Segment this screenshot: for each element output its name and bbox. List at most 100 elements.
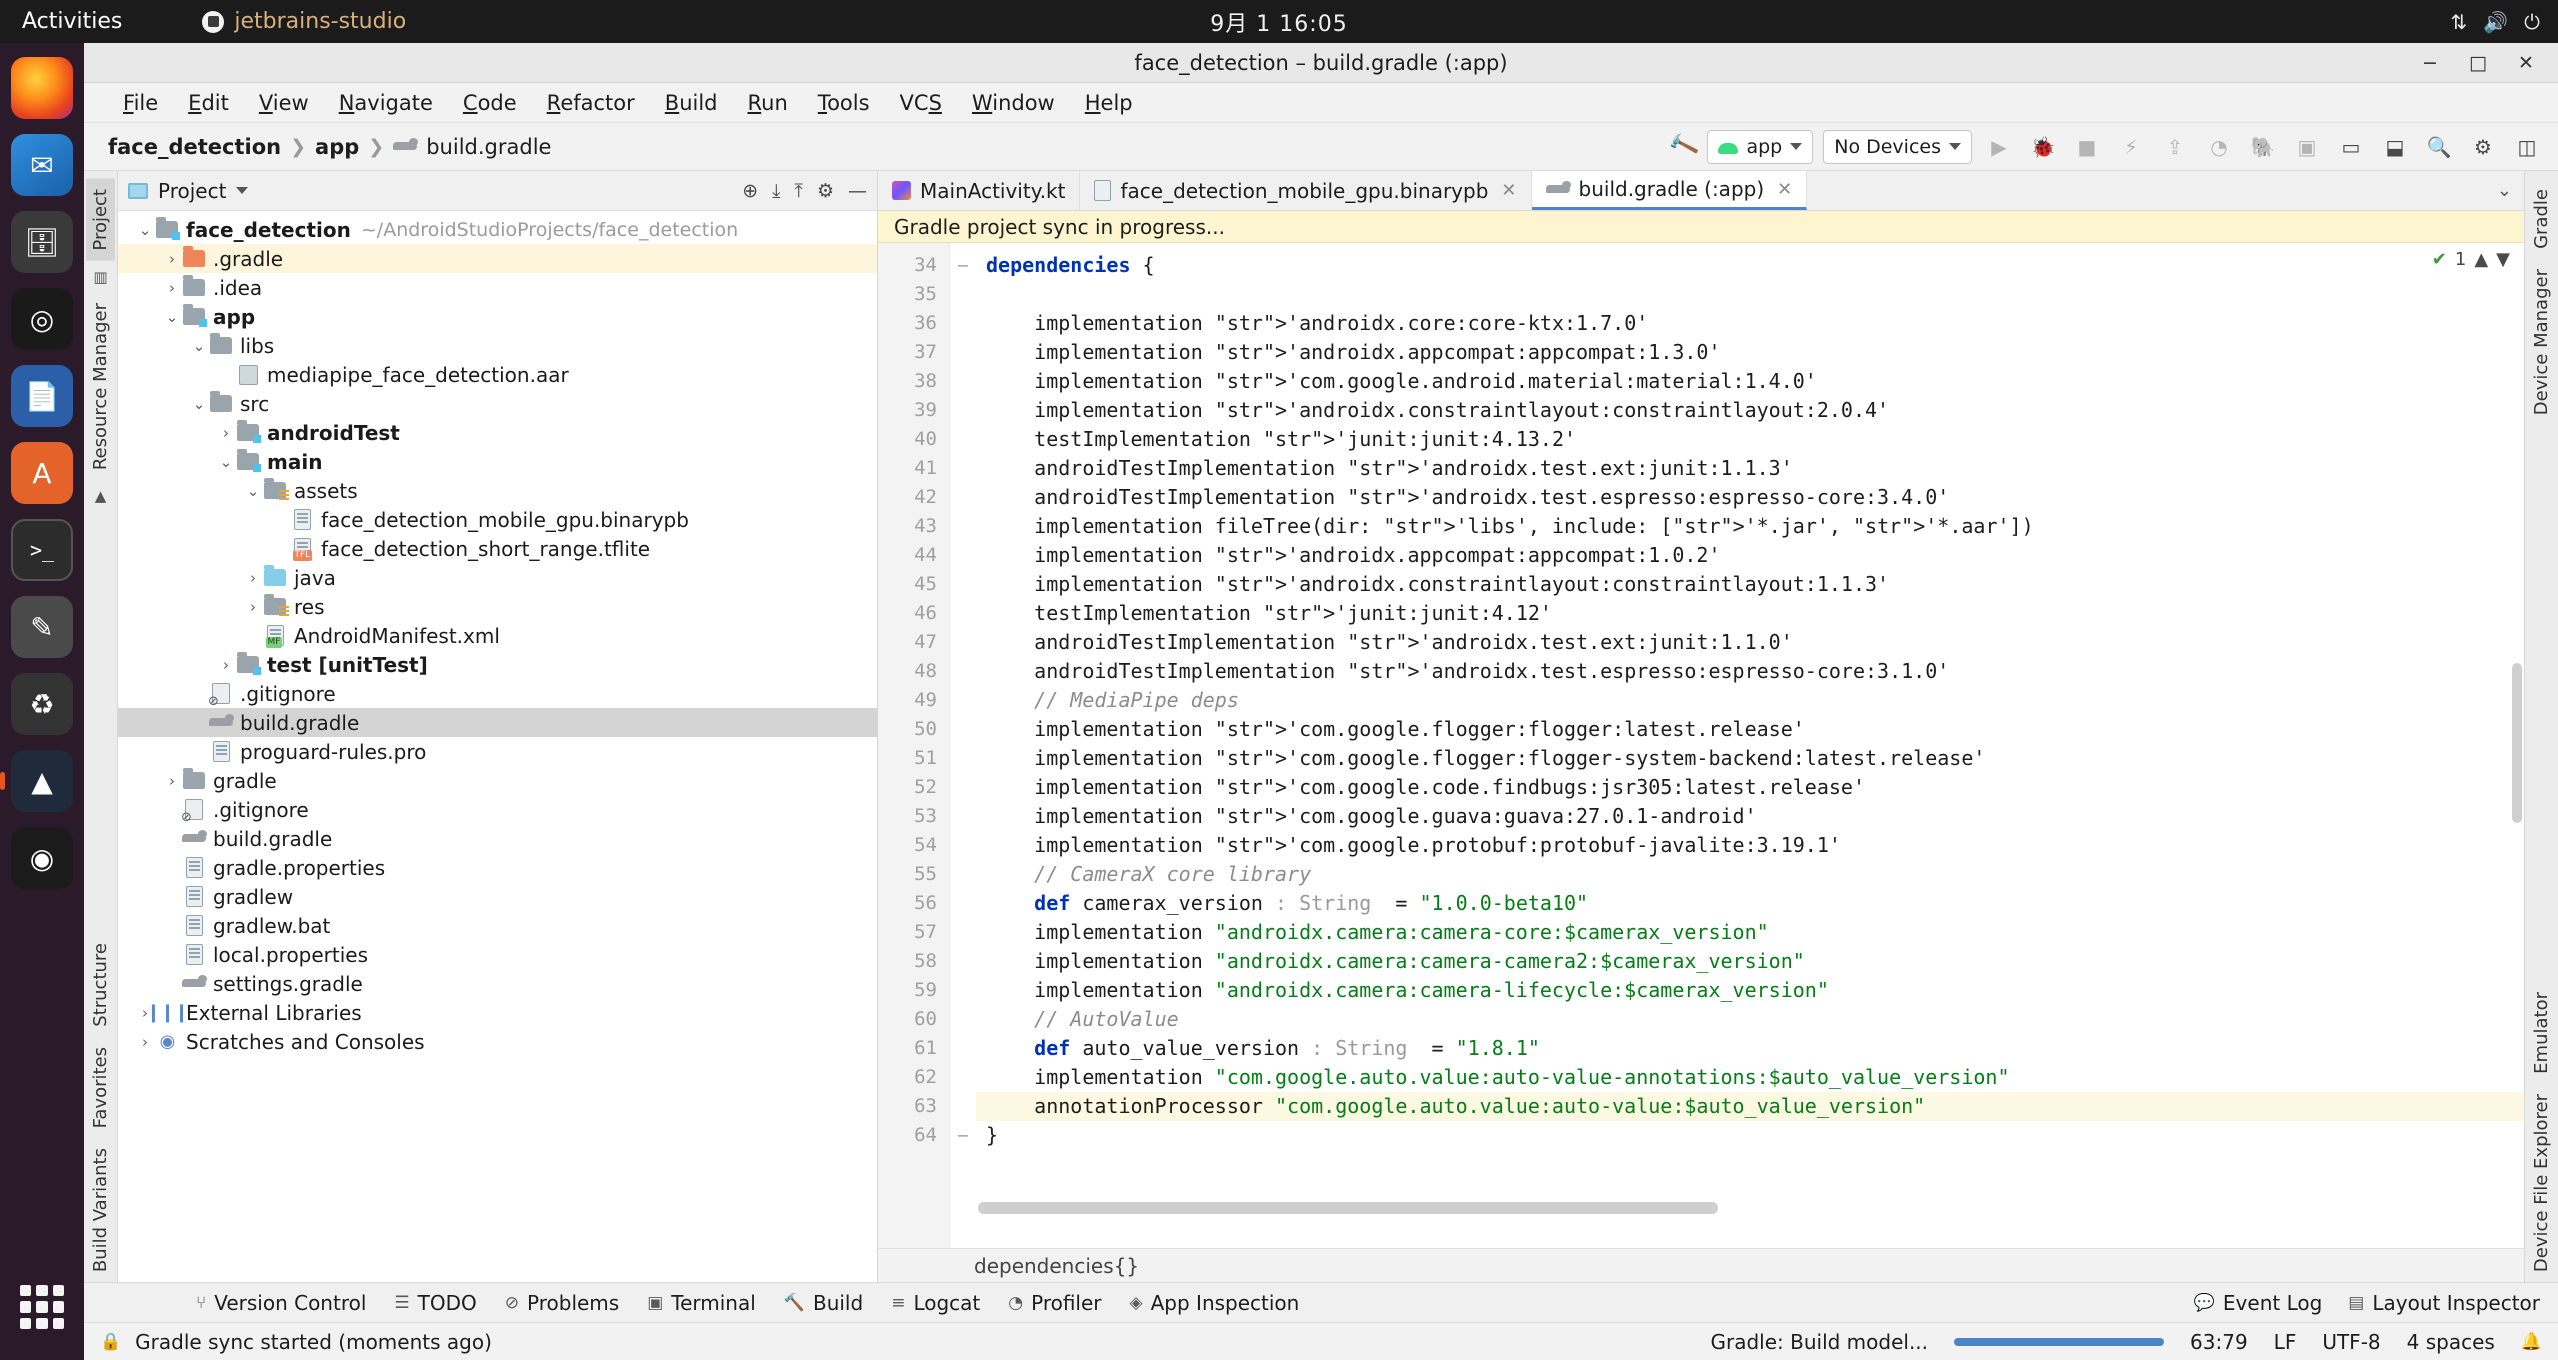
minimize-button[interactable]: − xyxy=(2408,48,2452,78)
fold-marker[interactable] xyxy=(950,280,976,309)
bottom-tool-version-control[interactable]: ⑂ Version Control xyxy=(196,1291,366,1315)
code-editor[interactable]: 34 35 36 37 38 39 40 41 42 43 44 45 46 47 48 49 50 51 52 53… xyxy=(878,243,2524,1248)
menu-build[interactable]: Build xyxy=(650,87,733,119)
code-line[interactable]: androidTestImplementation "str">'android… xyxy=(976,628,2524,657)
tree-node[interactable]: · gradlew.bat xyxy=(118,911,877,940)
run-configuration-selector[interactable]: app xyxy=(1707,129,1814,164)
dock-item-firefox[interactable] xyxy=(11,57,73,119)
code-line[interactable]: implementation "str">'com.google.protobu… xyxy=(976,831,2524,860)
chevron-down-icon[interactable]: ⌄ xyxy=(2497,180,2512,201)
tree-expand-arrow[interactable]: · xyxy=(163,888,181,906)
editor-tab[interactable]: face_detection_mobile_gpu.binarypb ✕ xyxy=(1080,171,1532,210)
close-button[interactable]: ✕ xyxy=(2504,48,2548,78)
inspection-next-icon[interactable]: ▼ xyxy=(2496,249,2510,270)
search-icon[interactable]: 🔍 xyxy=(2422,130,2456,164)
project-structure-icon[interactable]: ◫ xyxy=(2510,130,2544,164)
bottom-tool-profiler[interactable]: ◔ Profiler xyxy=(1008,1291,1101,1315)
bottom-tool-layout-inspector[interactable]: ▤ Layout Inspector xyxy=(2348,1291,2540,1315)
fold-marker[interactable] xyxy=(950,628,976,657)
tree-node[interactable]: › ◉ Scratches and Consoles xyxy=(118,1027,877,1056)
code-line[interactable]: androidTestImplementation "str">'android… xyxy=(976,657,2524,686)
tree-expand-arrow[interactable]: ⌄ xyxy=(136,221,154,239)
editor-tab[interactable]: build.gradle (:app) ✕ xyxy=(1531,171,1808,210)
tree-expand-arrow[interactable]: › xyxy=(163,279,181,297)
tree-expand-arrow[interactable]: › xyxy=(244,569,262,587)
code-line[interactable]: implementation fileTree(dir: "str">'libs… xyxy=(976,512,2524,541)
tree-expand-arrow[interactable]: ⌄ xyxy=(163,308,181,326)
tree-node[interactable]: › androidTest xyxy=(118,418,877,447)
breadcrumb-module[interactable]: app xyxy=(315,135,359,159)
sidebar-item-device-manager[interactable]: Device Manager xyxy=(2527,259,2556,425)
menu-refactor[interactable]: Refactor xyxy=(532,87,650,119)
power-icon[interactable]: ⏻ xyxy=(2524,12,2540,32)
fold-marker[interactable] xyxy=(950,599,976,628)
dock-item-terminal[interactable]: >_ xyxy=(11,519,73,581)
fold-marker[interactable] xyxy=(950,367,976,396)
sidebar-item-resource-manager[interactable]: Resource Manager xyxy=(86,293,115,480)
dock-item-ubuntu-software[interactable]: A xyxy=(11,442,73,504)
close-icon[interactable]: ✕ xyxy=(1501,180,1516,201)
tree-expand-arrow[interactable]: · xyxy=(163,859,181,877)
code-line[interactable]: def auto_value_version : String = "1.8.1… xyxy=(976,1034,2524,1063)
fold-marker[interactable] xyxy=(950,773,976,802)
code-line[interactable]: implementation "str">'com.google.android… xyxy=(976,367,2524,396)
system-tray[interactable]: ⇅ 🔊 ⏻ xyxy=(2451,12,2541,32)
tree-expand-arrow[interactable]: · xyxy=(190,685,208,703)
active-app-indicator[interactable]: jetbrains-studio xyxy=(202,9,406,34)
breadcrumb-file[interactable]: build.gradle xyxy=(426,135,551,159)
indent-setting[interactable]: 4 spaces xyxy=(2407,1330,2495,1354)
code-folding-column[interactable]: − − xyxy=(950,243,976,1248)
caret-position[interactable]: 63:79 xyxy=(2190,1330,2248,1354)
code-line[interactable]: implementation "androidx.camera:camera-c… xyxy=(976,947,2524,976)
dock-item-thunderbird[interactable]: ✉ xyxy=(11,134,73,196)
menu-navigate[interactable]: Navigate xyxy=(324,87,448,119)
maximize-button[interactable]: □ xyxy=(2456,48,2500,78)
line-separator[interactable]: LF xyxy=(2274,1330,2297,1354)
bottom-tool-build[interactable]: 🔨 Build xyxy=(784,1291,863,1315)
menu-help[interactable]: Help xyxy=(1070,87,1148,119)
volume-icon[interactable]: 🔊 xyxy=(2483,12,2508,32)
code-line[interactable]: dependencies { xyxy=(976,251,2524,280)
fold-marker[interactable] xyxy=(950,425,976,454)
stop-gradle-icon[interactable]: ▣ xyxy=(2290,130,2324,164)
fold-marker[interactable] xyxy=(950,338,976,367)
tree-node[interactable]: ⌄ libs xyxy=(118,331,877,360)
menu-code[interactable]: Code xyxy=(448,87,532,119)
code-line[interactable]: implementation "androidx.camera:camera-l… xyxy=(976,976,2524,1005)
code-line[interactable]: // AutoValue xyxy=(976,1005,2524,1034)
profile-icon[interactable]: ◔ xyxy=(2202,130,2236,164)
fold-marker[interactable] xyxy=(950,744,976,773)
fold-marker[interactable] xyxy=(950,1005,976,1034)
bottom-tool-app-inspection[interactable]: ◈ App Inspection xyxy=(1130,1291,1300,1315)
fold-marker[interactable] xyxy=(950,570,976,599)
fold-marker[interactable] xyxy=(950,454,976,483)
menu-window[interactable]: Window xyxy=(957,87,1070,119)
tree-node[interactable]: · face_detection_mobile_gpu.binarypb xyxy=(118,505,877,534)
tree-expand-arrow[interactable]: · xyxy=(190,714,208,732)
code-line[interactable]: annotationProcessor "com.google.auto.val… xyxy=(976,1092,2524,1121)
sidebar-item-project[interactable]: Project xyxy=(86,179,115,261)
breadcrumb-project[interactable]: face_detection xyxy=(108,135,281,159)
code-line[interactable]: androidTestImplementation "str">'android… xyxy=(976,483,2524,512)
expand-all-icon[interactable]: ⤓ xyxy=(772,180,780,202)
dock-item-android-studio[interactable]: ▲ xyxy=(0,750,73,812)
tree-expand-arrow[interactable]: · xyxy=(163,830,181,848)
tree-node[interactable]: › ❙❙❙ External Libraries xyxy=(118,998,877,1027)
stop-icon[interactable]: ■ xyxy=(2070,130,2104,164)
bottom-tool-todo[interactable]: ☰ TODO xyxy=(394,1291,476,1315)
code-line[interactable]: implementation "com.google.auto.value:au… xyxy=(976,1063,2524,1092)
menu-run[interactable]: Run xyxy=(733,87,803,119)
bottom-tool-problems[interactable]: ⊘ Problems xyxy=(505,1291,619,1315)
tree-expand-arrow[interactable]: · xyxy=(163,946,181,964)
fold-marker[interactable] xyxy=(950,657,976,686)
bottom-tool-terminal[interactable]: ▣ Terminal xyxy=(647,1291,756,1315)
fold-marker[interactable] xyxy=(950,396,976,425)
fold-marker[interactable]: − xyxy=(950,1121,976,1150)
fold-marker[interactable] xyxy=(950,1092,976,1121)
tree-expand-arrow[interactable]: ⌄ xyxy=(244,482,262,500)
sidebar-item-device-file-explorer[interactable]: Device File Explorer xyxy=(2527,1084,2556,1282)
code-line[interactable]: implementation "str">'androidx.appcompat… xyxy=(976,541,2524,570)
tree-node[interactable]: · local.properties xyxy=(118,940,877,969)
tree-node[interactable]: · settings.gradle xyxy=(118,969,877,998)
tree-node[interactable]: › test [unitTest] xyxy=(118,650,877,679)
